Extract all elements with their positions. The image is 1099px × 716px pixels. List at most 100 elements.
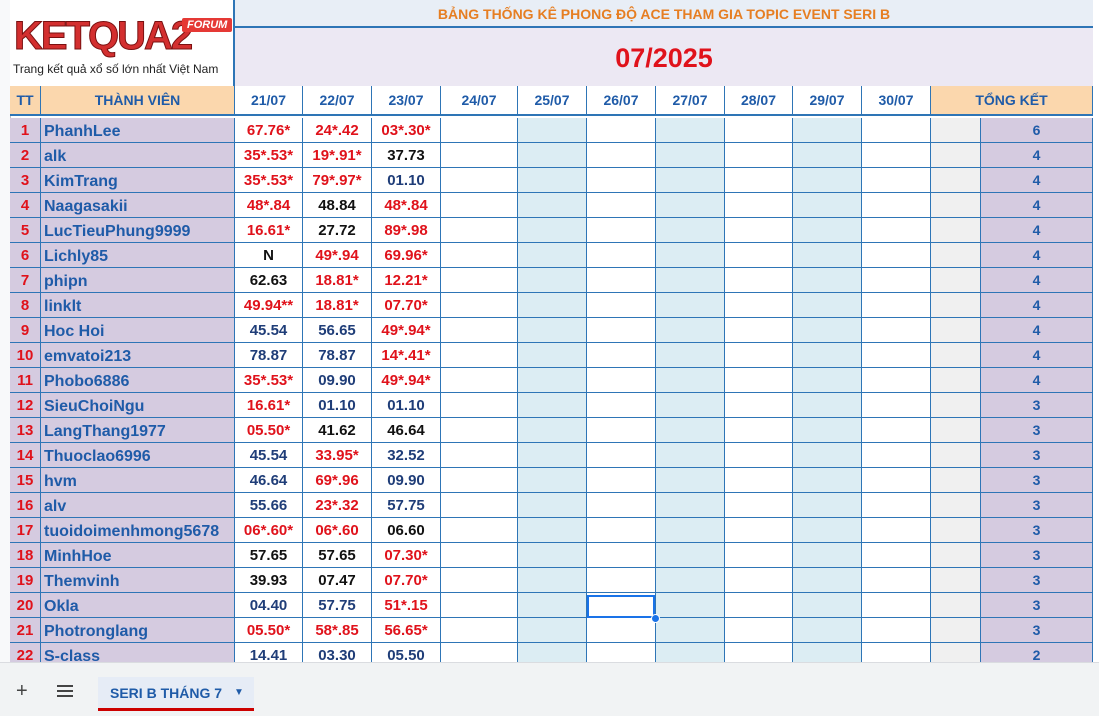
score-cell[interactable] — [862, 168, 931, 193]
score-cell[interactable]: 37.73 — [372, 143, 441, 168]
member-name-cell[interactable]: Hoc Hoi — [41, 318, 235, 343]
member-name-cell[interactable]: tuoidoimenhmong5678 — [41, 518, 235, 543]
score-cell[interactable] — [793, 418, 862, 443]
row-number-cell[interactable]: 11 — [10, 368, 41, 393]
score-cell[interactable] — [441, 118, 518, 143]
total-blank-cell[interactable] — [931, 618, 981, 643]
score-cell[interactable] — [725, 243, 793, 268]
score-cell[interactable]: 16.61* — [235, 218, 303, 243]
score-cell[interactable]: 16.61* — [235, 393, 303, 418]
member-name-cell[interactable]: alv — [41, 493, 235, 518]
score-cell[interactable] — [441, 443, 518, 468]
score-cell[interactable] — [587, 468, 656, 493]
score-cell[interactable] — [656, 343, 725, 368]
row-number-cell[interactable]: 1 — [10, 118, 41, 143]
score-cell[interactable] — [518, 293, 587, 318]
score-cell[interactable] — [656, 293, 725, 318]
header-member[interactable]: THÀNH VIÊN — [41, 86, 235, 116]
score-cell[interactable] — [441, 468, 518, 493]
sheet-tab-seri-b[interactable]: SERI B THÁNG 7 ▼ — [98, 677, 254, 711]
score-cell[interactable]: 69.96* — [372, 243, 441, 268]
score-cell[interactable] — [725, 543, 793, 568]
score-cell[interactable] — [656, 618, 725, 643]
score-cell[interactable] — [862, 518, 931, 543]
score-cell[interactable] — [656, 368, 725, 393]
header-date[interactable]: 24/07 — [441, 86, 518, 116]
total-cell[interactable]: 3 — [981, 568, 1093, 593]
score-cell[interactable] — [862, 318, 931, 343]
total-cell[interactable]: 4 — [981, 343, 1093, 368]
score-cell[interactable] — [518, 493, 587, 518]
score-cell[interactable] — [587, 268, 656, 293]
score-cell[interactable] — [725, 468, 793, 493]
score-cell[interactable] — [793, 193, 862, 218]
row-number-cell[interactable]: 4 — [10, 193, 41, 218]
row-number-cell[interactable]: 3 — [10, 168, 41, 193]
score-cell[interactable] — [518, 118, 587, 143]
score-cell[interactable] — [793, 268, 862, 293]
total-blank-cell[interactable] — [931, 468, 981, 493]
score-cell[interactable] — [518, 618, 587, 643]
score-cell[interactable]: 46.64 — [372, 418, 441, 443]
row-number-cell[interactable]: 5 — [10, 218, 41, 243]
score-cell[interactable]: 79*.97* — [303, 168, 372, 193]
score-cell[interactable] — [793, 243, 862, 268]
score-cell[interactable] — [587, 343, 656, 368]
score-cell[interactable] — [793, 218, 862, 243]
score-cell[interactable]: 57.65 — [303, 543, 372, 568]
score-cell[interactable]: 58*.85 — [303, 618, 372, 643]
total-cell[interactable]: 3 — [981, 593, 1093, 618]
score-cell[interactable] — [862, 143, 931, 168]
score-cell[interactable] — [656, 318, 725, 343]
score-cell[interactable] — [518, 268, 587, 293]
score-cell[interactable]: 62.63 — [235, 268, 303, 293]
total-blank-cell[interactable] — [931, 193, 981, 218]
score-cell[interactable] — [518, 168, 587, 193]
score-cell[interactable]: 45.54 — [235, 318, 303, 343]
score-cell[interactable]: 32.52 — [372, 443, 441, 468]
score-cell[interactable] — [725, 393, 793, 418]
score-cell[interactable] — [518, 393, 587, 418]
score-cell[interactable]: 24*.42 — [303, 118, 372, 143]
total-cell[interactable]: 3 — [981, 618, 1093, 643]
score-cell[interactable] — [725, 493, 793, 518]
score-cell[interactable] — [441, 543, 518, 568]
score-cell[interactable]: 06*.60 — [303, 518, 372, 543]
score-cell[interactable] — [587, 118, 656, 143]
row-number-cell[interactable]: 6 — [10, 243, 41, 268]
score-cell[interactable]: 18.81* — [303, 293, 372, 318]
score-cell[interactable] — [793, 518, 862, 543]
score-cell[interactable] — [656, 518, 725, 543]
total-cell[interactable]: 4 — [981, 218, 1093, 243]
total-cell[interactable]: 3 — [981, 493, 1093, 518]
row-number-cell[interactable]: 12 — [10, 393, 41, 418]
score-cell[interactable] — [862, 218, 931, 243]
row-number-cell[interactable]: 18 — [10, 543, 41, 568]
score-cell[interactable] — [862, 193, 931, 218]
total-blank-cell[interactable] — [931, 368, 981, 393]
total-blank-cell[interactable] — [931, 518, 981, 543]
fill-handle[interactable] — [651, 614, 660, 623]
score-cell[interactable]: 78.87 — [303, 343, 372, 368]
score-cell[interactable]: 03*.30* — [372, 118, 441, 143]
score-cell[interactable] — [441, 618, 518, 643]
score-cell[interactable] — [587, 393, 656, 418]
score-cell[interactable] — [656, 543, 725, 568]
header-date[interactable]: 29/07 — [793, 86, 862, 116]
score-cell[interactable] — [725, 268, 793, 293]
member-name-cell[interactable]: Photronglang — [41, 618, 235, 643]
score-cell[interactable] — [656, 243, 725, 268]
score-cell[interactable] — [587, 318, 656, 343]
spreadsheet[interactable]: KETQUA2 FORUM Trang kết quả xổ số lớn nh… — [0, 0, 1099, 662]
row-number-cell[interactable]: 10 — [10, 343, 41, 368]
total-cell[interactable]: 4 — [981, 268, 1093, 293]
score-cell[interactable]: 19*.91* — [303, 143, 372, 168]
score-cell[interactable] — [862, 393, 931, 418]
score-cell[interactable] — [725, 293, 793, 318]
score-cell[interactable]: 57.75 — [303, 593, 372, 618]
score-cell[interactable]: 09.90 — [303, 368, 372, 393]
score-cell[interactable] — [862, 593, 931, 618]
total-cell[interactable]: 4 — [981, 318, 1093, 343]
score-cell[interactable] — [587, 243, 656, 268]
score-cell[interactable] — [518, 643, 587, 662]
